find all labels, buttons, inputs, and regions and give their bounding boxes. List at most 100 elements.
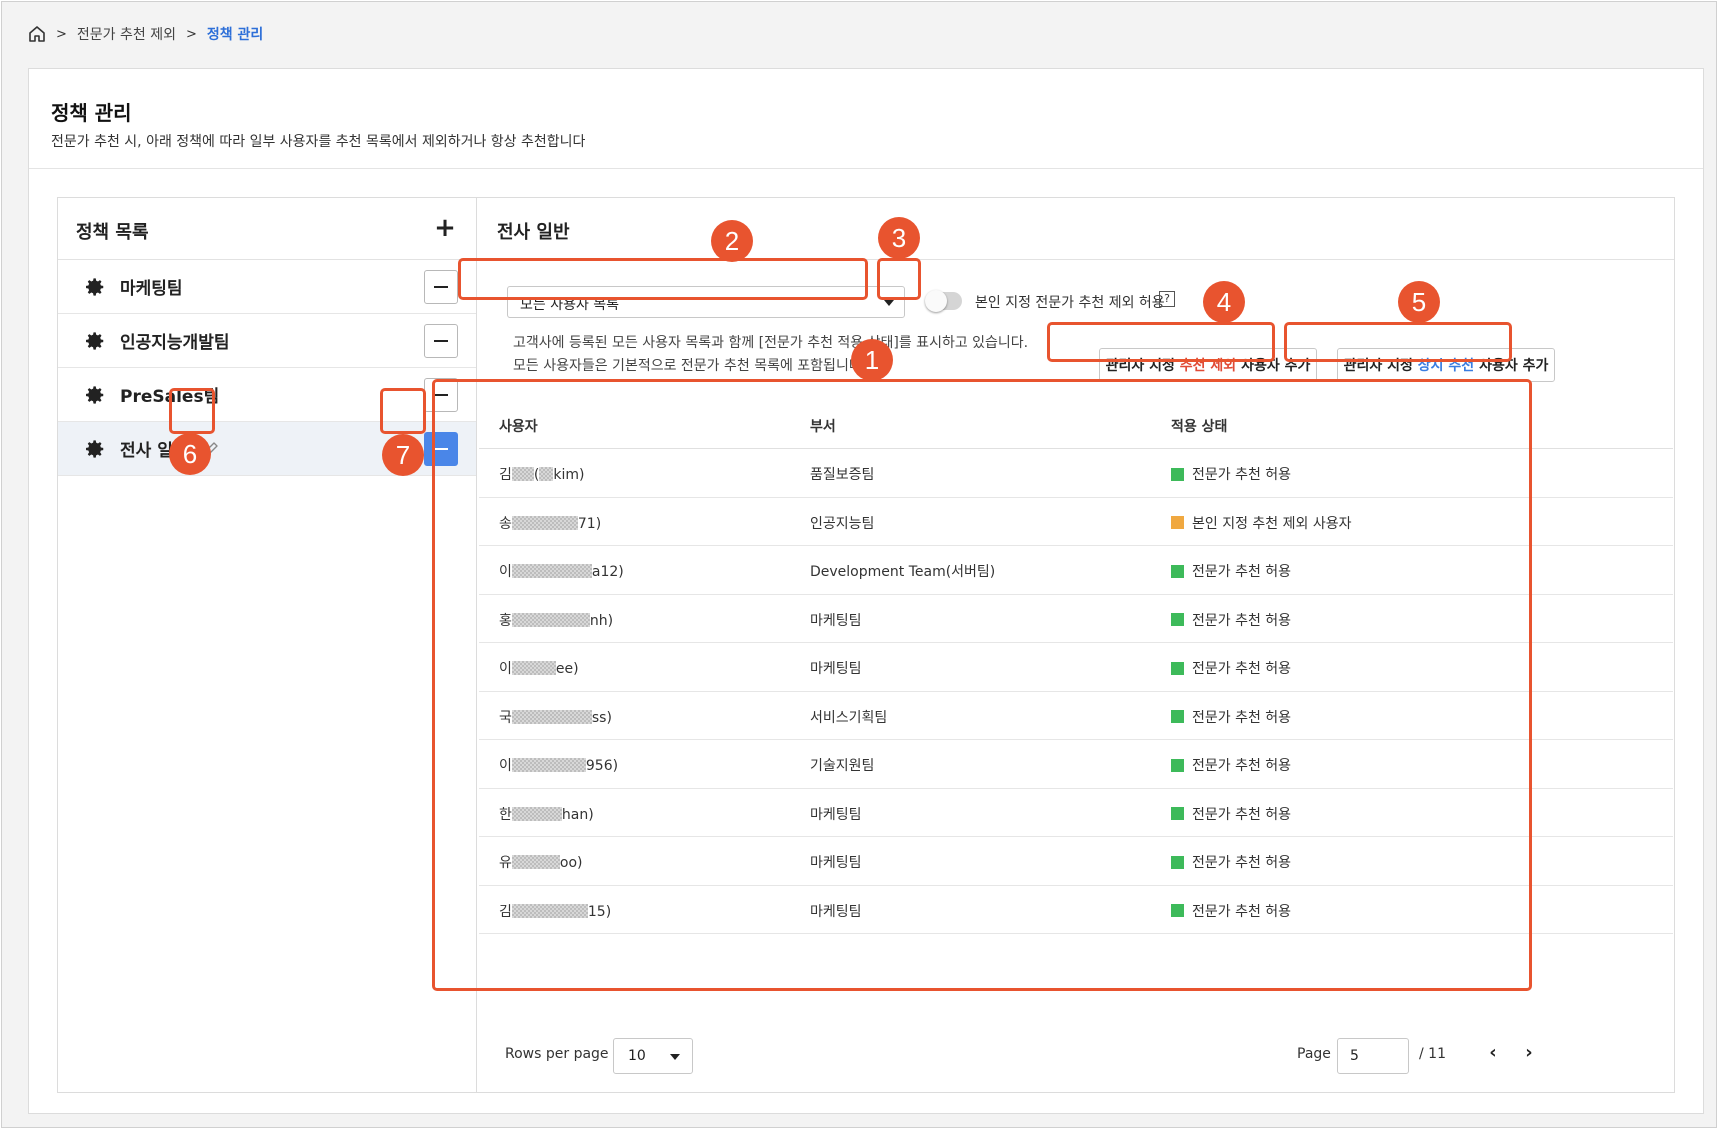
- status-cell: 전문가 추천 허용: [1171, 707, 1291, 727]
- table-row[interactable]: 이 956) 기술지원팀 전문가 추천 허용: [479, 740, 1673, 789]
- button-label-part: 사용자 추가: [1241, 358, 1311, 374]
- button-label-part: 관리자 지정: [1343, 358, 1413, 374]
- page-number-input[interactable]: [1337, 1038, 1409, 1074]
- user-cell: 이 ee): [499, 661, 579, 677]
- table-row[interactable]: 김(kim) 품질보증팀 전문가 추천 허용: [479, 449, 1673, 498]
- status-cell: 전문가 추천 허용: [1171, 901, 1291, 921]
- status-indicator: [1171, 904, 1184, 917]
- remove-policy-button[interactable]: [424, 324, 458, 358]
- dept-cell: 마케팅팀: [810, 855, 862, 871]
- status-cell: 전문가 추천 허용: [1171, 610, 1291, 630]
- table-row[interactable]: 이 a12) Development Team(서버팀) 전문가 추천 허용: [479, 546, 1673, 595]
- chevron-right-icon: >: [185, 26, 197, 42]
- policy-item[interactable]: 인공지능개발팀: [58, 314, 476, 368]
- rows-per-page-value: 10: [628, 1048, 646, 1064]
- dept-cell: 기술지원팀: [810, 758, 875, 774]
- add-excluded-user-button[interactable]: 관리자 지정 추천 제외 사용자 추가: [1099, 348, 1317, 382]
- annotation-badge: 4: [1203, 281, 1245, 323]
- user-filter-select[interactable]: 모든 사용자 목록: [507, 286, 905, 318]
- table-row[interactable]: 송 71) 인공지능팀 본인 지정 추천 제외 사용자: [479, 498, 1673, 546]
- policy-list-title: 정책 목록: [76, 222, 149, 243]
- chevron-right-icon: >: [56, 26, 67, 42]
- status-cell: 전문가 추천 허용: [1171, 755, 1291, 775]
- dept-cell: 마케팅팀: [810, 903, 862, 920]
- caret-down-icon: [670, 1054, 680, 1060]
- add-policy-button[interactable]: +: [428, 212, 462, 246]
- page-total: / 11: [1419, 1046, 1446, 1062]
- self-exclusion-toggle[interactable]: [925, 290, 962, 312]
- dept-cell: 인공지능팀: [810, 515, 875, 532]
- gear-icon: [86, 278, 104, 296]
- home-icon[interactable]: [28, 25, 46, 43]
- status-indicator: [1171, 855, 1184, 869]
- policy-detail-panel: 전사 일반 모든 사용자 목록 본인 지정 전문가 추천 제외 허용 ? 고객사…: [476, 197, 1675, 1093]
- rows-per-page-select[interactable]: 10: [613, 1038, 693, 1074]
- column-header-status: 적용 상태: [1171, 419, 1228, 435]
- remove-policy-button[interactable]: [424, 432, 458, 466]
- user-cell: 국 ss): [499, 709, 612, 726]
- status-cell: 전문가 추천 허용: [1171, 852, 1291, 872]
- dept-cell: 서비스기획팀: [810, 709, 888, 726]
- policy-item-label: 마케팅팀: [120, 279, 183, 299]
- status-indicator: [1171, 807, 1184, 820]
- column-header-dept: 부서: [810, 419, 836, 435]
- table-header: 사용자 부서 적용 상태: [479, 401, 1673, 449]
- user-cell: 김(kim): [499, 467, 585, 483]
- remove-policy-button[interactable]: [424, 270, 458, 304]
- column-header-user: 사용자: [499, 419, 538, 435]
- annotation-badge: 6: [169, 433, 211, 475]
- table-row[interactable]: 이 ee) 마케팅팀 전문가 추천 허용: [479, 643, 1673, 692]
- breadcrumb-parent[interactable]: 전문가 추천 제외: [77, 24, 176, 44]
- policy-item[interactable]: PreSales팀: [58, 368, 476, 422]
- table-row[interactable]: 한 han) 마케팅팀 전문가 추천 허용: [479, 789, 1673, 837]
- user-table: 사용자 부서 적용 상태 김(kim) 품질보증팀 전문가 추천 허용 송 71)…: [479, 401, 1673, 1021]
- user-cell: 이 956): [499, 758, 619, 774]
- status-indicator: [1171, 516, 1184, 529]
- annotation-badge: 3: [878, 217, 920, 259]
- gear-icon: [86, 386, 104, 404]
- page-description: 전문가 추천 시, 아래 정책에 따라 일부 사용자를 추천 목록에서 제외하거…: [51, 134, 586, 150]
- annotation-badge: 7: [382, 434, 424, 476]
- card-header: 정책 관리 전문가 추천 시, 아래 정책에 따라 일부 사용자를 추천 목록에…: [29, 69, 1703, 169]
- policy-item-label: PreSales팀: [120, 387, 220, 407]
- table-row[interactable]: 국 ss) 서비스기획팀 전문가 추천 허용: [479, 692, 1673, 740]
- remove-policy-button[interactable]: [424, 378, 458, 412]
- button-label-highlight: 추천 제외: [1179, 358, 1237, 374]
- table-row[interactable]: 김 15) 마케팅팀 전문가 추천 허용: [479, 886, 1673, 934]
- policy-item[interactable]: 마케팅팀: [58, 260, 476, 314]
- status-indicator: [1171, 661, 1184, 675]
- rows-per-page-label: Rows per page: [505, 1046, 609, 1062]
- user-cell: 홍 nh): [499, 612, 614, 629]
- info-text: 고객사에 등록된 모든 사용자 목록과 함께 [전문가 추천 적용 상태]를 표…: [513, 335, 1029, 351]
- add-always-recommended-user-button[interactable]: 관리자 지정 상시 추천 사용자 추가: [1337, 348, 1555, 382]
- page-title: 정책 관리: [51, 101, 132, 125]
- chevron-left-icon[interactable]: ‹: [1481, 1042, 1505, 1066]
- dept-cell: 마케팅팀: [810, 661, 862, 677]
- table-row[interactable]: 홍 nh) 마케팅팀 전문가 추천 허용: [479, 595, 1673, 643]
- status-cell: 전문가 추천 허용: [1171, 658, 1291, 678]
- policy-list-panel: 정책 목록 + 마케팅팀 인공지능개발팀 PreSales팀 전사 일반: [57, 197, 477, 1093]
- status-cell: 전문가 추천 허용: [1171, 804, 1291, 824]
- user-cell: 김 15): [499, 903, 612, 920]
- status-indicator: [1171, 758, 1184, 772]
- chevron-right-icon[interactable]: ›: [1517, 1042, 1541, 1066]
- user-cell: 이 a12): [499, 564, 624, 580]
- info-text: 모든 사용자들은 기본적으로 전문가 추천 목록에 포함됩니다.: [513, 358, 867, 374]
- user-cell: 유 oo): [499, 855, 583, 871]
- status-indicator: [1171, 710, 1184, 723]
- status-cell: 본인 지정 추천 제외 사용자: [1171, 513, 1351, 533]
- status-cell: 전문가 추천 허용: [1171, 561, 1291, 581]
- status-cell: 전문가 추천 허용: [1171, 464, 1291, 484]
- dept-cell: 마케팅팀: [810, 806, 862, 823]
- policy-item-label: 인공지능개발팀: [120, 333, 230, 353]
- breadcrumb: > 전문가 추천 제외 > 정책 관리: [28, 22, 263, 46]
- annotation-badge: 2: [711, 220, 753, 262]
- annotation-badge: 5: [1398, 281, 1440, 323]
- window-frame: > 전문가 추천 제외 > 정책 관리 정책 관리 전문가 추천 시, 아래 정…: [1, 1, 1717, 1128]
- gear-icon: [86, 440, 104, 458]
- button-label-highlight: 상시 추천: [1417, 358, 1475, 374]
- table-row[interactable]: 유 oo) 마케팅팀 전문가 추천 허용: [479, 837, 1673, 886]
- self-exclusion-label: 본인 지정 전문가 추천 제외 허용: [975, 295, 1165, 311]
- help-icon[interactable]: ?: [1159, 291, 1175, 307]
- policy-list-header: 정책 목록 +: [58, 198, 476, 260]
